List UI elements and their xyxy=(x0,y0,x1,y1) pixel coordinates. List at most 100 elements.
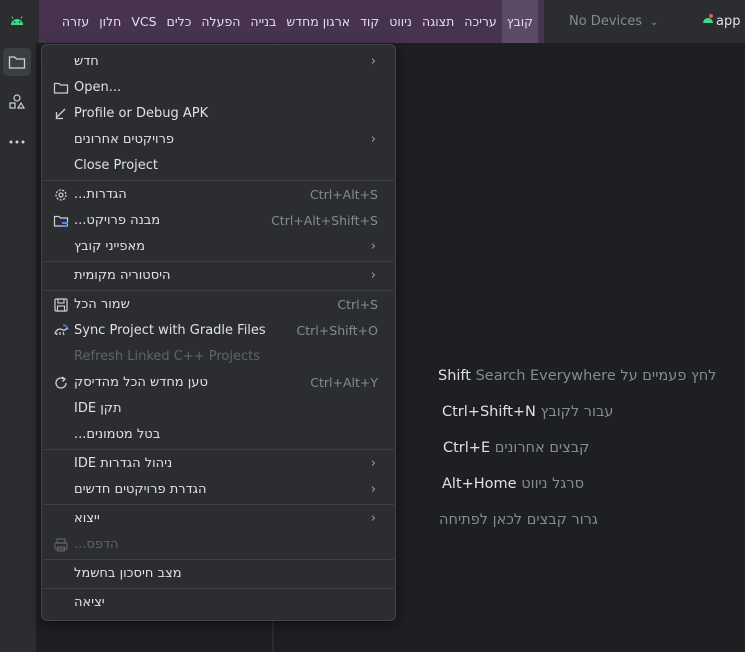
menu-item-settings[interactable]: הגדרות... Ctrl+Alt+S xyxy=(47,182,390,208)
menu-item-new-projects-setup[interactable]: הגדרת פרויקטים חדשים › xyxy=(47,477,390,503)
menu-code[interactable]: קוד xyxy=(355,0,384,43)
menu-item-project-structure[interactable]: מבנה פרויקט... Ctrl+Alt+Shift+S xyxy=(47,208,390,234)
chevron-right-icon: › xyxy=(370,511,376,526)
menu-help[interactable]: עזרה xyxy=(57,0,94,43)
run-configuration-selector[interactable]: app xyxy=(700,0,740,43)
menu-item-recent-projects[interactable]: פרויקטים אחרונים › xyxy=(47,127,390,153)
menu-refactor[interactable]: ארגון מחדש xyxy=(281,0,355,43)
menu-item-profile-apk-label: Profile or Debug APK xyxy=(74,106,209,121)
menu-item-open[interactable]: Open... xyxy=(47,75,390,101)
menu-item-new-label: חדש xyxy=(74,54,99,69)
menu-edit[interactable]: עריכה xyxy=(459,0,501,43)
menu-item-reload-from-disk[interactable]: טען מחדש הכל מהדיסק Ctrl+Alt+Y xyxy=(47,370,390,396)
menu-item-power-save-mode[interactable]: מצב חיסכון בחשמל xyxy=(47,561,390,587)
menu-item-invalidate-caches[interactable]: בטל מטמונים... xyxy=(47,422,390,448)
hint-goto-file-text: עבור לקובץ xyxy=(540,404,614,420)
folder-icon xyxy=(8,56,26,69)
menu-view[interactable]: תצוגה xyxy=(417,0,459,43)
hint-search-everywhere-key: Shift xyxy=(438,368,471,384)
menu-item-file-properties[interactable]: מאפייני קובץ › xyxy=(47,234,390,260)
resource-manager-icon xyxy=(9,94,26,109)
menu-separator xyxy=(43,449,394,450)
chevron-right-icon: › xyxy=(370,239,376,254)
menu-vcs[interactable]: VCS xyxy=(126,0,161,43)
gear-icon xyxy=(55,189,67,201)
menu-separator xyxy=(43,588,394,589)
menu-item-power-save-mode-label: מצב חיסכון בחשמל xyxy=(74,566,182,581)
menu-item-reload-from-disk-label: טען מחדש הכל מהדיסק xyxy=(74,375,208,390)
menu-item-local-history[interactable]: היסטוריה מקומית › xyxy=(47,263,390,289)
project-structure-icon xyxy=(53,215,69,227)
menu-item-invalidate-caches-label: בטל מטמונים... xyxy=(74,427,161,442)
menu-item-save-all-label: שמור הכל xyxy=(74,297,130,312)
menu-item-save-all[interactable]: שמור הכל Ctrl+S xyxy=(47,292,390,318)
menu-item-reload-from-disk-shortcut: Ctrl+Alt+Y xyxy=(310,375,378,390)
menu-item-recent-projects-label: פרויקטים אחרונים xyxy=(74,132,175,147)
menu-item-manage-ide-settings[interactable]: ניהול הגדרות IDE › xyxy=(47,451,390,477)
menu-run[interactable]: הפעלה xyxy=(196,0,245,43)
device-selector[interactable]: No Devices ⌄ xyxy=(569,0,658,43)
menu-item-project-structure-label: מבנה פרויקט... xyxy=(74,213,161,228)
menu-item-close-project-label: Close Project xyxy=(74,158,159,173)
android-icon[interactable] xyxy=(10,14,24,26)
menu-item-new-projects-setup-label: הגדרת פרויקטים חדשים xyxy=(74,482,207,497)
chevron-right-icon: › xyxy=(370,456,376,471)
menu-file[interactable]: קובץ xyxy=(501,0,538,43)
menu-item-close-project[interactable]: Close Project xyxy=(47,153,390,179)
menu-item-exit[interactable]: יציאה xyxy=(47,590,390,616)
folder-open-icon xyxy=(53,82,69,94)
menu-item-refresh-cpp-label: Refresh Linked C++ Projects xyxy=(74,349,261,364)
main-menu-bar: קובץ עריכה תצוגה ניווט קוד ארגון מחדש בנ… xyxy=(39,0,544,43)
menu-item-export[interactable]: ייצוא › xyxy=(47,506,390,532)
hint-recent-files-key: Ctrl+E xyxy=(443,440,491,456)
chevron-right-icon: › xyxy=(370,268,376,283)
menu-item-sync-gradle-shortcut: Ctrl+Shift+O xyxy=(296,323,378,338)
menu-item-new[interactable]: חדש › xyxy=(47,49,390,75)
gradle-sync-icon xyxy=(54,324,69,336)
menu-item-repair-ide-label: תקן IDE xyxy=(74,401,122,416)
menu-item-print-label: הדפס... xyxy=(74,537,119,552)
menu-item-file-properties-label: מאפייני קובץ xyxy=(74,239,145,254)
menu-item-sync-gradle[interactable]: Sync Project with Gradle Files Ctrl+Shif… xyxy=(47,318,390,344)
hint-recent-files-text: קבצים אחרונים xyxy=(494,440,590,456)
printer-icon xyxy=(54,538,68,552)
hint-navigation-bar: סרגל ניווט Alt+Home xyxy=(442,476,584,492)
more-tool-windows-button[interactable] xyxy=(3,128,31,156)
menu-tools[interactable]: כלים xyxy=(162,0,197,43)
chevron-down-icon: ⌄ xyxy=(650,17,659,28)
left-tool-window-bar xyxy=(0,43,37,652)
menu-separator xyxy=(43,180,394,181)
project-tool-button[interactable] xyxy=(3,48,31,76)
menu-navigate[interactable]: ניווט xyxy=(384,0,417,43)
file-menu-dropdown: חדש › Open... Profile or Debug APK פרויק… xyxy=(41,44,396,621)
chevron-right-icon: › xyxy=(370,132,376,147)
resource-manager-button[interactable] xyxy=(3,88,31,116)
device-selector-label: No Devices xyxy=(569,14,643,29)
title-bar: קובץ עריכה תצוגה ניווט קוד ארגון מחדש בנ… xyxy=(0,0,745,43)
hint-search-everywhere-action: Search Everywhere xyxy=(475,368,616,384)
menu-item-exit-label: יציאה xyxy=(74,595,105,610)
hint-navigation-bar-key: Alt+Home xyxy=(442,476,517,492)
hint-goto-file-key: Ctrl+Shift+N xyxy=(442,404,536,420)
menu-item-export-label: ייצוא xyxy=(74,511,100,526)
hint-search-everywhere-text: לחץ פעמיים על xyxy=(620,368,717,384)
menu-item-save-all-shortcut: Ctrl+S xyxy=(337,297,378,312)
hint-goto-file: עבור לקובץ Ctrl+Shift+N xyxy=(442,404,613,420)
hint-drop-files-text: גרור קבצים לכאן לפתיחה xyxy=(439,512,598,528)
menu-separator xyxy=(43,290,394,291)
more-horizontal-icon xyxy=(9,140,25,144)
menu-item-repair-ide[interactable]: תקן IDE xyxy=(47,396,390,422)
hint-search-everywhere: לחץ פעמיים על Shift Search Everywhere xyxy=(438,368,717,384)
menu-build[interactable]: בנייה xyxy=(245,0,281,43)
menu-item-refresh-cpp: Refresh Linked C++ Projects xyxy=(47,344,390,370)
menu-window[interactable]: חלון xyxy=(94,0,126,43)
run-configuration-label: app xyxy=(716,14,741,29)
hint-navigation-bar-text: סרגל ניווט xyxy=(521,476,584,492)
menu-item-profile-apk[interactable]: Profile or Debug APK xyxy=(47,101,390,127)
hint-drop-files: גרור קבצים לכאן לפתיחה xyxy=(439,512,598,528)
menu-item-open-label: Open... xyxy=(74,80,122,95)
menu-item-manage-ide-settings-label: ניהול הגדרות IDE xyxy=(74,456,173,471)
chevron-right-icon: › xyxy=(370,54,376,69)
import-apk-icon xyxy=(55,108,66,120)
hint-recent-files: קבצים אחרונים Ctrl+E xyxy=(443,440,589,456)
